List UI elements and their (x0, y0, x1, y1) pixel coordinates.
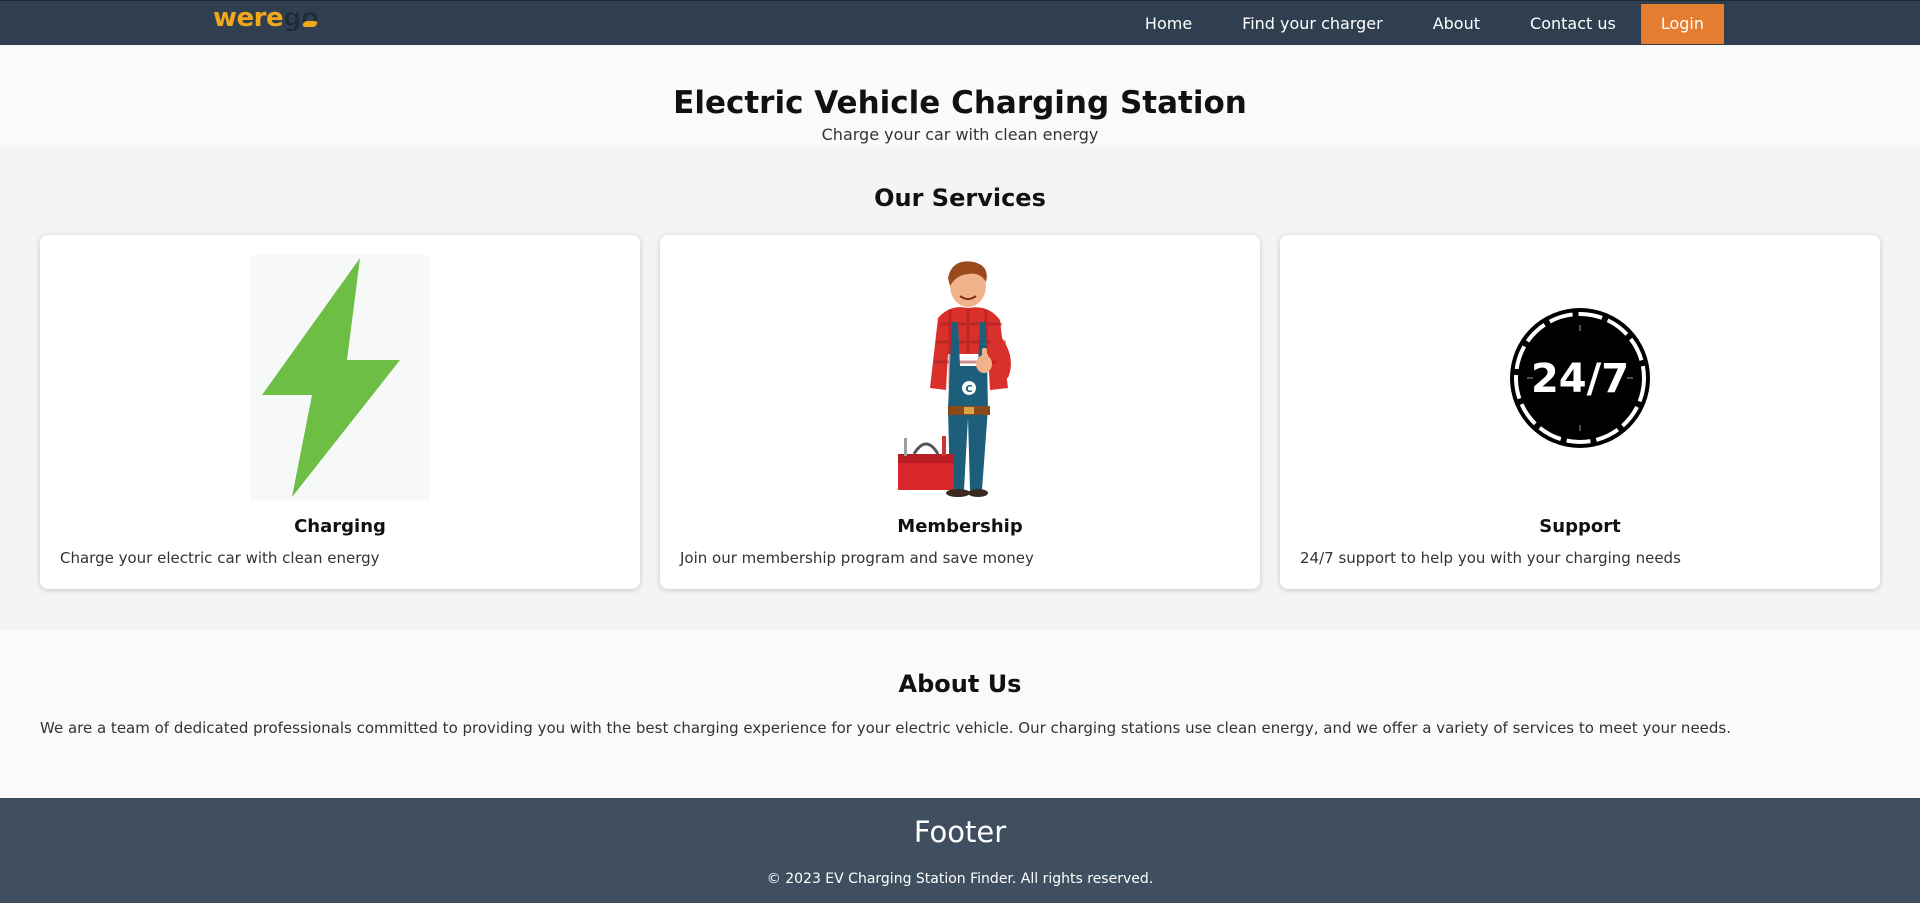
werego-logo[interactable]: werego (213, 3, 319, 34)
services-heading: Our Services (874, 184, 1046, 212)
support-badge-text: 24/7 (1531, 356, 1629, 402)
main-nav: Home Find your charger About Contact us … (1120, 1, 1724, 46)
footer-title: Footer (913, 815, 1007, 849)
service-card-membership: C Membership Join our membership program… (660, 235, 1260, 589)
mechanic-illustration: C (898, 260, 1011, 497)
nav-link-home[interactable]: Home (1120, 1, 1217, 46)
about-section: About Us We are a team of dedicated prof… (0, 630, 1920, 798)
page-subtitle: Charge your car with clean energy (821, 125, 1099, 144)
svg-text:C: C (965, 384, 972, 395)
footer-copyright: © 2023 EV Charging Station Finder. All r… (766, 871, 1154, 887)
logo-wordmark: werego (213, 3, 319, 34)
top-navbar: werego Home Find your charger About Cont… (0, 0, 1920, 45)
service-card-title: Membership (897, 516, 1023, 537)
service-card-support: 24/7 Support 24/7 support to help you wi… (1280, 235, 1880, 589)
service-card-title: Support (1539, 516, 1621, 537)
lightning-bolt-icon (250, 255, 430, 500)
service-card-text: Join our membership program and save mon… (680, 549, 1034, 567)
support-illustration: 24/7 (1280, 255, 1880, 500)
nav-link-contact[interactable]: Contact us (1505, 1, 1641, 46)
service-card-text: Charge your electric car with clean ener… (60, 549, 380, 567)
login-button[interactable]: Login (1640, 3, 1724, 44)
page-footer: Footer © 2023 EV Charging Station Finder… (0, 798, 1920, 903)
service-card-title: Charging (294, 516, 386, 537)
page-title: Electric Vehicle Charging Station (673, 85, 1247, 121)
about-heading: About Us (898, 670, 1022, 698)
logo-text-go: go (283, 3, 319, 34)
nav-link-find-charger[interactable]: Find your charger (1217, 1, 1408, 46)
service-card-text: 24/7 support to help you with your charg… (1300, 549, 1681, 567)
nav-link-about[interactable]: About (1408, 1, 1505, 46)
services-section: Our Services Charging Charge your electr… (0, 145, 1920, 630)
hero-section: Electric Vehicle Charging Station Charge… (0, 45, 1920, 145)
logo-car-icon (301, 21, 318, 27)
24-7-clock-icon: 24/7 (1510, 307, 1650, 448)
logo-text-were: were (213, 3, 284, 33)
membership-illustration: C (660, 255, 1260, 500)
service-card-charging: Charging Charge your electric car with c… (40, 235, 640, 589)
charging-illustration (40, 255, 640, 500)
about-text: We are a team of dedicated professionals… (40, 719, 1732, 737)
